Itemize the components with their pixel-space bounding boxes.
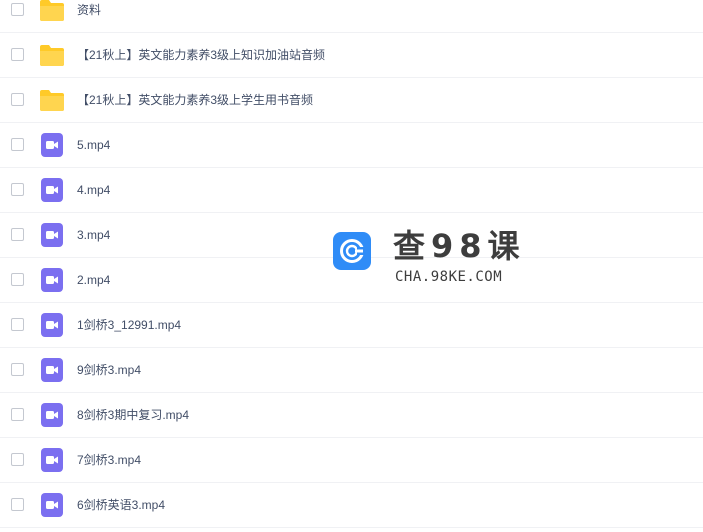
folder-icon [40,90,64,111]
file-name[interactable]: 5.mp4 [77,136,110,154]
video-file-icon [41,268,63,292]
file-name[interactable]: 资料 [77,1,101,19]
file-name[interactable]: 1剑桥3_12991.mp4 [77,316,181,334]
file-row[interactable]: 9剑桥3.mp4 [0,348,703,393]
file-row[interactable]: 【21秋上】英文能力素养3级上知识加油站音频 [0,33,703,78]
file-row[interactable]: 8剑桥3期中复习.mp4 [0,393,703,438]
file-name[interactable]: 2.mp4 [77,271,110,289]
folder-icon [40,45,64,66]
select-checkbox[interactable] [11,273,24,286]
video-file-icon [41,178,63,202]
select-checkbox[interactable] [11,3,24,16]
watermark: 查98课 CHA.98KE.COM [333,229,523,289]
folder-icon [40,0,64,21]
select-checkbox[interactable] [11,408,24,421]
file-row[interactable]: 1剑桥3_12991.mp4 [0,303,703,348]
select-checkbox[interactable] [11,363,24,376]
file-name[interactable]: 【21秋上】英文能力素养3级上知识加油站音频 [77,46,325,64]
video-file-icon [41,448,63,472]
file-name[interactable]: 6剑桥英语3.mp4 [77,496,165,514]
video-file-icon [41,223,63,247]
video-file-icon [41,133,63,157]
file-name[interactable]: 【21秋上】英文能力素养3级上学生用书音频 [77,91,313,109]
select-checkbox[interactable] [11,498,24,511]
file-name[interactable]: 7剑桥3.mp4 [77,451,141,469]
watermark-title: 查98课 [393,227,526,265]
watermark-logo-icon [333,232,371,270]
file-row[interactable]: 资料 [0,0,703,33]
file-name[interactable]: 3.mp4 [77,226,110,244]
file-row[interactable]: 4.mp4 [0,168,703,213]
select-checkbox[interactable] [11,93,24,106]
watermark-subtitle: CHA.98KE.COM [395,269,503,285]
select-checkbox[interactable] [11,453,24,466]
file-row[interactable]: 7剑桥3.mp4 [0,438,703,483]
file-name[interactable]: 9剑桥3.mp4 [77,361,141,379]
select-checkbox[interactable] [11,183,24,196]
video-file-icon [41,313,63,337]
select-checkbox[interactable] [11,318,24,331]
select-checkbox[interactable] [11,48,24,61]
video-file-icon [41,493,63,517]
select-checkbox[interactable] [11,138,24,151]
file-name[interactable]: 4.mp4 [77,181,110,199]
file-row[interactable]: 【21秋上】英文能力素养3级上学生用书音频 [0,78,703,123]
video-file-icon [41,403,63,427]
file-row[interactable]: 5.mp4 [0,123,703,168]
file-name[interactable]: 8剑桥3期中复习.mp4 [77,406,189,424]
select-checkbox[interactable] [11,228,24,241]
video-file-icon [41,358,63,382]
file-row[interactable]: 6剑桥英语3.mp4 [0,483,703,528]
